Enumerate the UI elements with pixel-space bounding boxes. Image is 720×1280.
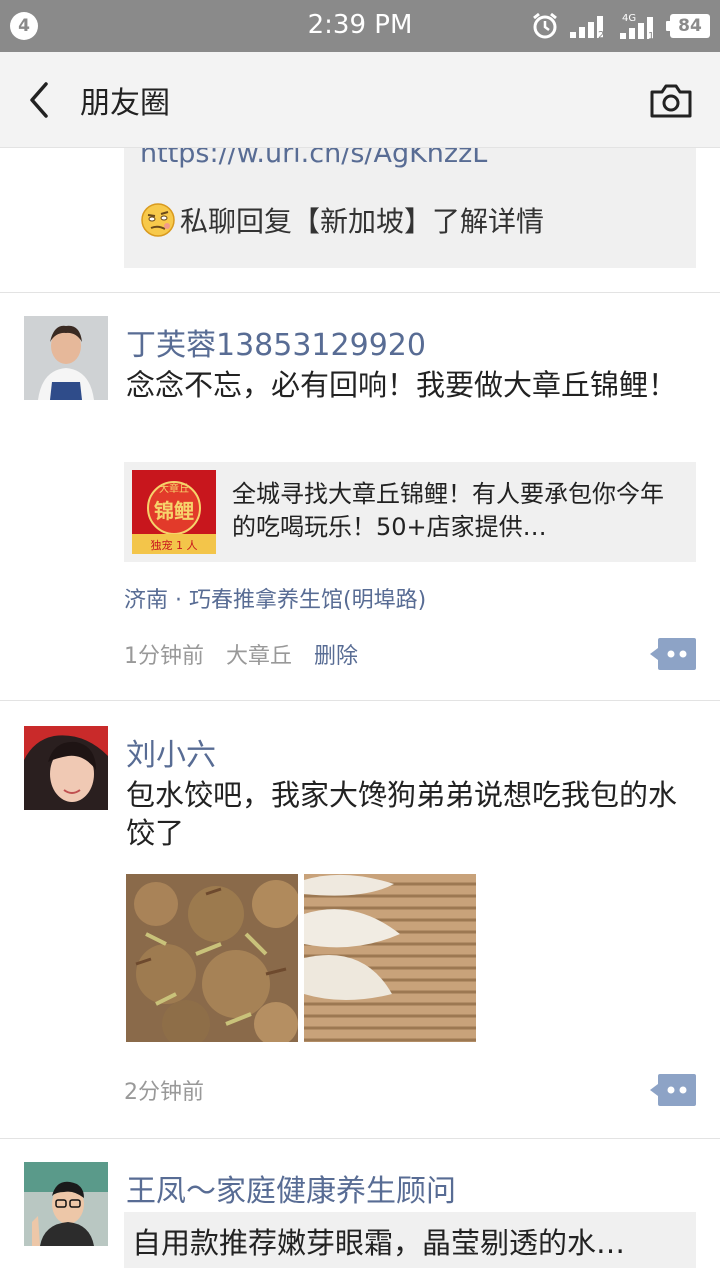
comment-menu-icon[interactable] <box>650 1074 696 1106</box>
divider <box>0 1138 720 1139</box>
signal-4g-icon: 4G 1 <box>620 13 654 41</box>
back-arrow-icon[interactable] <box>20 76 64 124</box>
avatar[interactable] <box>24 1162 108 1246</box>
post-text: 包水饺吧，我家大馋狗弟弟说想吃我包的水饺了 <box>126 778 678 850</box>
nav-bar: 朋友圈 <box>0 52 720 148</box>
comment-menu-icon[interactable] <box>650 638 696 670</box>
svg-text:1: 1 <box>648 31 654 41</box>
dumplings-image <box>304 874 476 1042</box>
post-photo[interactable] <box>304 874 476 1042</box>
link-url[interactable]: https://w.url.cn/s/AgKhzzL <box>140 148 487 169</box>
thumb-label-main: 锦鲤 <box>154 499 194 523</box>
post-text: 念念不忘，必有回响！我要做大章丘锦鲤！ <box>126 368 678 402</box>
post-source: 大章丘 <box>226 644 293 669</box>
article-card[interactable]: 大章丘 锦鲤 独宠 1 人 全城寻找大章丘锦鲤！有人要承包你今年的吃喝玩乐！50… <box>124 462 696 562</box>
dumpling-filling-image <box>126 874 298 1042</box>
battery-icon: 84 <box>666 14 710 38</box>
avatar[interactable] <box>24 316 108 400</box>
thumb-label-top: 大章丘 <box>159 482 189 495</box>
page-title: 朋友圈 <box>80 86 170 121</box>
user-name[interactable]: 王凤～家庭健康养生顾问 <box>126 1166 456 1210</box>
status-icons: 2 4G 1 84 <box>530 10 710 42</box>
post-time: 2分钟前 <box>124 1080 204 1105</box>
avatar-image <box>24 316 108 400</box>
reply-line: 私聊回复【新加坡】了解详情 <box>140 200 544 240</box>
alarm-clock-icon <box>533 12 557 39</box>
svg-text:2: 2 <box>598 30 604 40</box>
post-meta: 2分钟前 <box>124 1074 204 1106</box>
share-text: 自用款推荐嫩芽眼霜，晶莹剔透的水… <box>132 1226 626 1260</box>
delete-link[interactable]: 删除 <box>314 638 358 670</box>
article-title: 全城寻找大章丘锦鲤！有人要承包你今年的吃喝玩乐！50+店家提供… <box>232 480 664 541</box>
post-meta: 1分钟前 大章丘 删除 <box>124 638 358 670</box>
moments-feed[interactable]: https://w.url.cn/s/AgKhzzL 私聊回复【新加坡】了解详情… <box>0 148 720 1280</box>
thumb-label-bottom: 独宠 1 人 <box>151 538 198 552</box>
avatar-image <box>24 726 108 810</box>
shared-text-box[interactable]: https://w.url.cn/s/AgKhzzL 私聊回复【新加坡】了解详情 <box>124 148 696 268</box>
post-time: 1分钟前 <box>124 644 204 669</box>
divider <box>0 700 720 701</box>
status-bar: 4 2:39 PM 2 4G 1 84 <box>0 0 720 52</box>
post-photo[interactable] <box>126 874 298 1042</box>
signal-sim2-icon: 2 <box>570 16 604 40</box>
avatar[interactable] <box>24 726 108 810</box>
user-name[interactable]: 丁芙蓉13853129920 <box>126 320 426 364</box>
divider <box>0 292 720 293</box>
shared-text-box[interactable]: 自用款推荐嫩芽眼霜，晶莹剔透的水… <box>124 1212 696 1268</box>
skeptical-face-emoji-icon <box>141 203 175 237</box>
camera-icon[interactable] <box>648 80 694 122</box>
network-type-label: 4G <box>622 13 636 24</box>
article-thumbnail: 大章丘 锦鲤 独宠 1 人 <box>132 470 216 554</box>
location-label[interactable]: 济南 · 巧春推拿养生馆(明埠路) <box>124 582 426 614</box>
avatar-image <box>24 1162 108 1246</box>
user-name[interactable]: 刘小六 <box>126 730 216 774</box>
reply-text: 私聊回复【新加坡】了解详情 <box>180 205 545 238</box>
